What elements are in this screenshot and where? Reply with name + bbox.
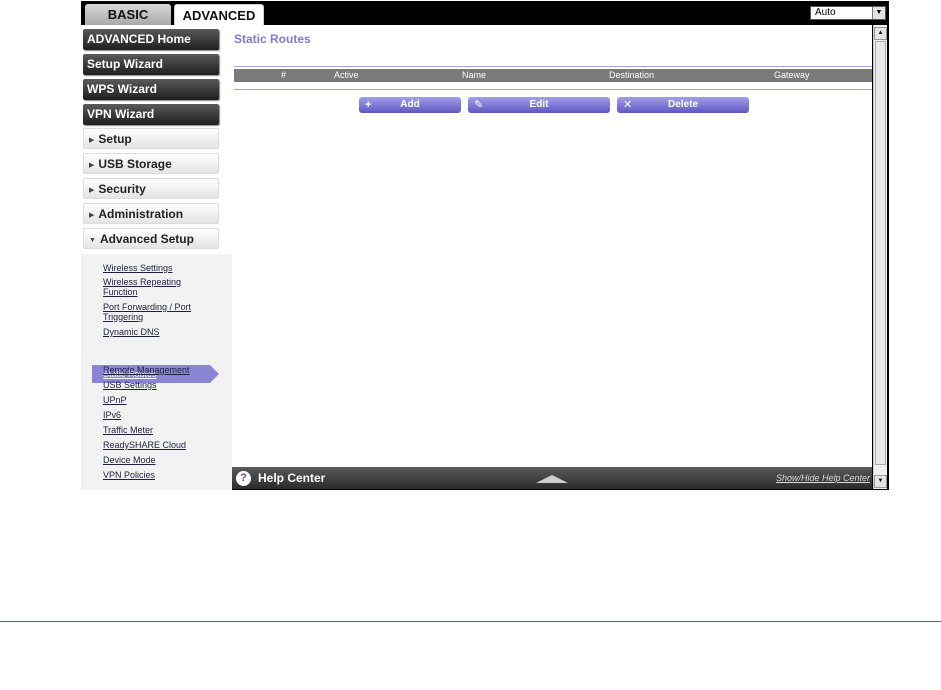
submenu-dynamic-dns[interactable]: Dynamic DNS <box>103 327 203 337</box>
title-divider <box>234 66 872 67</box>
page-footer-divider <box>0 621 941 622</box>
sidebar-setup-wizard-button[interactable]: Setup Wizard <box>83 54 219 75</box>
sidebar-section-label: USB Storage <box>98 157 172 171</box>
sidebar-vpn-wizard-button[interactable]: VPN Wizard <box>83 104 219 125</box>
sidebar-section-administration[interactable]: ▶ Administration <box>83 203 219 224</box>
edit-button-label: Edit <box>529 99 549 110</box>
delete-button-label: Delete <box>667 99 698 110</box>
sidebar-section-label: Setup <box>98 132 132 146</box>
sidebar-section-label: Security <box>98 182 146 196</box>
submenu-traffic-meter[interactable]: Traffic Meter <box>103 425 203 435</box>
help-center-label: Help Center <box>258 471 326 485</box>
help-center-bar: ? Help Center Show/Hide Help Center <box>232 467 872 489</box>
scroll-down-icon[interactable]: ▼ <box>874 475 887 488</box>
router-admin-window: BASIC ADVANCED Auto ▼ ADVANCED Home Setu… <box>81 1 889 490</box>
column-header-destination: Destination <box>609 70 655 80</box>
submenu-ipv6[interactable]: IPv6 <box>103 410 203 420</box>
column-header-gateway: Gateway <box>774 70 810 80</box>
scroll-up-icon[interactable]: ▲ <box>874 27 887 40</box>
column-header-active: Active <box>334 70 359 80</box>
sidebar-advanced-home-button[interactable]: ADVANCED Home <box>83 29 219 50</box>
submenu-device-mode[interactable]: Device Mode <box>103 455 203 465</box>
sidebar-section-security[interactable]: ▶ Security <box>83 178 219 199</box>
chevron-down-icon[interactable]: ▼ <box>872 7 885 19</box>
help-question-icon[interactable]: ? <box>236 471 251 486</box>
submenu-vpn-policies[interactable]: VPN Policies <box>103 470 203 480</box>
caret-right-icon: ▶ <box>89 212 95 219</box>
sidebar-section-label: Administration <box>98 207 184 221</box>
caret-right-icon: ▶ <box>89 137 95 144</box>
edit-button[interactable]: ✎ Edit <box>468 97 610 113</box>
add-button-label: Add <box>400 99 420 110</box>
main-content: Static Routes # Active Name Destination … <box>232 25 872 467</box>
submenu-readyshare-cloud[interactable]: ReadySHARE Cloud <box>103 440 203 450</box>
tab-advanced[interactable]: ADVANCED <box>174 4 264 25</box>
sidebar-section-setup[interactable]: ▶ Setup <box>83 128 219 149</box>
language-select-value: Auto <box>815 7 836 18</box>
language-select[interactable]: Auto ▼ <box>810 6 886 20</box>
submenu-remote-management[interactable]: Remote Management <box>103 365 203 375</box>
sidebar-wps-wizard-button[interactable]: WPS Wizard <box>83 79 219 100</box>
caret-right-icon: ▶ <box>89 162 95 169</box>
top-tab-bar: BASIC ADVANCED Auto ▼ <box>81 1 889 25</box>
sidebar: ADVANCED Home Setup Wizard WPS Wizard VP… <box>81 25 232 490</box>
submenu-port-forwarding[interactable]: Port Forwarding / Port Triggering <box>103 302 203 322</box>
submenu-wireless-repeating-function[interactable]: Wireless Repeating Function <box>103 277 203 297</box>
delete-button[interactable]: ✕ Delete <box>617 97 749 113</box>
sidebar-section-usb-storage[interactable]: ▶ USB Storage <box>83 153 219 174</box>
submenu-upnp[interactable]: UPnP <box>103 395 203 405</box>
page-title: Static Routes <box>234 32 311 46</box>
table-divider <box>234 89 872 90</box>
routes-table-header: # Active Name Destination Gateway <box>234 69 872 82</box>
add-button[interactable]: + Add <box>359 97 461 113</box>
vertical-scrollbar[interactable]: ▲ ▼ <box>873 25 887 489</box>
caret-right-icon: ▶ <box>89 187 95 194</box>
submenu-wireless-settings[interactable]: Wireless Settings <box>103 263 203 273</box>
scroll-thumb[interactable] <box>875 41 886 465</box>
chevron-up-icon[interactable] <box>536 475 568 483</box>
caret-down-icon: ▼ <box>89 237 96 244</box>
tab-basic[interactable]: BASIC <box>85 4 171 25</box>
submenu-usb-settings[interactable]: USB Settings <box>103 380 203 390</box>
column-header-number: # <box>281 70 287 80</box>
column-header-name: Name <box>462 70 487 80</box>
show-hide-help-center-link[interactable]: Show/Hide Help Center <box>776 467 870 489</box>
sidebar-section-advanced-setup[interactable]: ▼ Advanced Setup <box>83 228 219 249</box>
sidebar-section-label: Advanced Setup <box>99 232 194 246</box>
